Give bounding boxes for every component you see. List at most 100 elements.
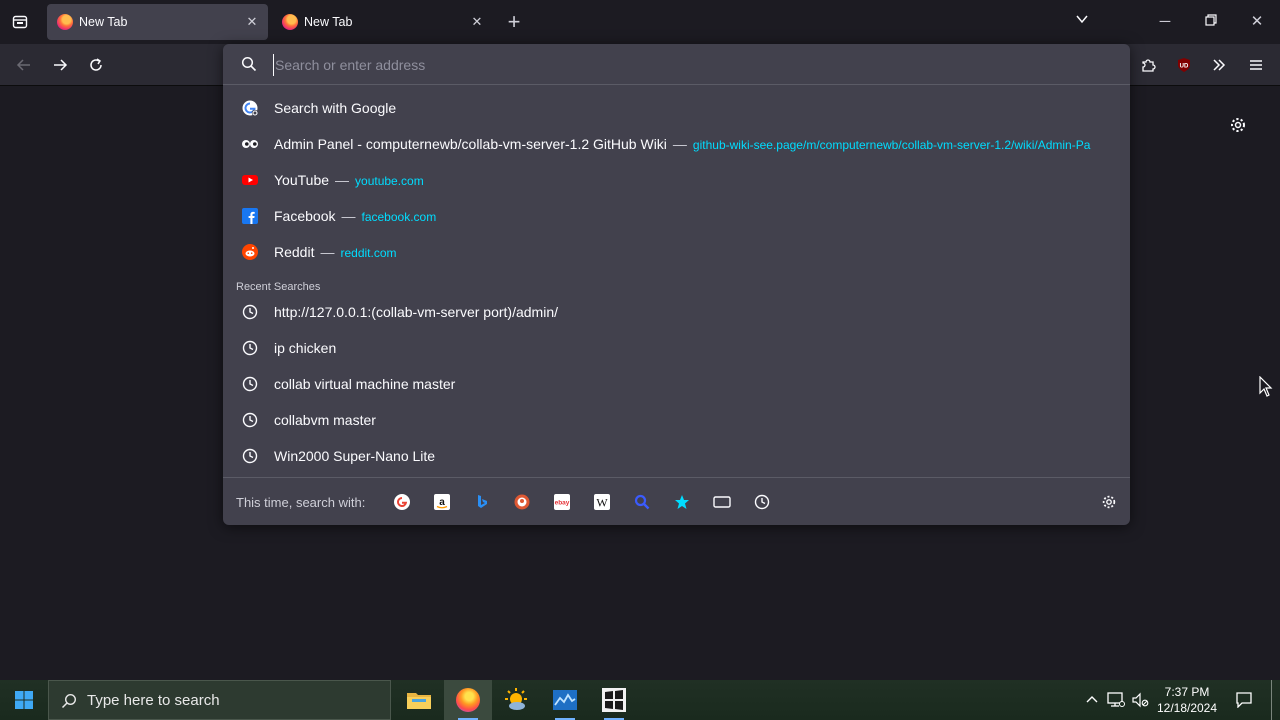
bookmarks-star-icon[interactable] <box>672 492 692 512</box>
history-icon[interactable] <box>752 492 772 512</box>
network-button[interactable] <box>1106 680 1126 720</box>
tab-new-tab-2[interactable]: New Tab ✕ <box>272 4 493 40</box>
chevron-down-icon <box>1076 15 1088 24</box>
ebay-icon[interactable]: ebay <box>552 492 572 512</box>
youtube-icon <box>241 171 259 189</box>
suggestion-row[interactable]: Admin Panel - computernewb/collab-vm-ser… <box>223 126 1130 162</box>
gear-icon <box>1102 495 1116 509</box>
forward-button[interactable] <box>48 53 72 77</box>
history-icon <box>241 375 259 393</box>
google-icon[interactable] <box>392 492 412 512</box>
network-icon <box>1107 692 1125 707</box>
close-icon[interactable]: ✕ <box>469 14 485 30</box>
file-explorer-button[interactable] <box>395 680 443 720</box>
duckduckgo-icon[interactable] <box>512 492 532 512</box>
windows-taskbar: Type here to search 7:37 PM 12/18/2024 <box>0 680 1280 720</box>
restore-icon <box>1205 14 1217 26</box>
list-all-tabs-button[interactable] <box>1068 8 1096 36</box>
separator: — <box>335 172 350 188</box>
extensions-button[interactable] <box>1136 53 1160 77</box>
show-hidden-icons-button[interactable] <box>1082 680 1102 720</box>
history-icon <box>241 339 259 357</box>
suggestion-text: YouTube — youtube.com <box>274 172 424 188</box>
close-window-button[interactable]: ✕ <box>1243 8 1271 36</box>
tab-title: New Tab <box>304 15 353 29</box>
new-tab-button[interactable]: + <box>500 8 528 36</box>
urlbar-input[interactable] <box>273 54 1113 76</box>
reddit-icon <box>241 243 259 261</box>
app-menu-button[interactable] <box>1244 53 1268 77</box>
notifications-button[interactable] <box>1232 680 1256 720</box>
recent-search-row[interactable]: http://127.0.0.1:(collab-vm-server port)… <box>223 294 1130 330</box>
one-off-label: This time, search with: <box>236 495 366 510</box>
search-icon[interactable] <box>632 492 652 512</box>
newtab-settings-button[interactable] <box>1229 116 1249 136</box>
cursor-icon <box>1259 375 1273 397</box>
show-desktop-button[interactable] <box>1271 680 1280 720</box>
wikipedia-icon[interactable]: W <box>592 492 612 512</box>
search-icon <box>241 56 257 77</box>
overflow-menu-button[interactable] <box>1207 53 1231 77</box>
amazon-icon[interactable]: a <box>432 492 452 512</box>
suggestion-title: YouTube <box>274 172 330 188</box>
reload-button[interactable] <box>84 53 108 77</box>
history-icon <box>241 303 259 321</box>
hamburger-icon <box>1250 60 1262 70</box>
separator: — <box>320 244 335 260</box>
collabvm-app-button[interactable] <box>590 680 638 720</box>
recent-search-row[interactable]: Win2000 Super-Nano Lite <box>223 438 1130 474</box>
firefox-icon <box>57 14 73 30</box>
recent-search-text: Win2000 Super-Nano Lite <box>274 448 436 464</box>
windows-flag-icon <box>602 688 626 712</box>
search-settings-button[interactable] <box>1099 492 1119 512</box>
recent-search-row[interactable]: collab virtual machine master <box>223 366 1130 402</box>
back-button[interactable] <box>12 53 36 77</box>
suggestion-text: Reddit — reddit.com <box>274 244 397 260</box>
history-icon <box>241 447 259 465</box>
clock-time: 7:37 PM <box>1164 685 1210 699</box>
minimize-button[interactable]: ─ <box>1151 8 1179 36</box>
ublock-origin-button[interactable]: UD <box>1172 53 1196 77</box>
firefox-taskbar-button[interactable] <box>444 680 492 720</box>
suggestion-url: youtube.com <box>355 174 424 188</box>
recent-searches-label: Recent Searches <box>236 281 321 293</box>
start-button[interactable] <box>0 680 48 720</box>
svg-text:UD: UD <box>1180 64 1189 70</box>
suggestion-url: github-wiki-see.page/m/computernewb/coll… <box>692 138 1091 152</box>
recent-search-row[interactable]: ip chicken <box>223 330 1130 366</box>
clock-date: 12/18/2024 <box>1156 701 1218 715</box>
suggestion-text: Admin Panel - computernewb/collab-vm-ser… <box>274 136 1090 152</box>
taskbar-clock[interactable]: 7:37 PM 12/18/2024 <box>1150 684 1224 716</box>
suggestion-row[interactable]: Search with Google <box>223 90 1130 126</box>
chevron-up-icon <box>1086 696 1098 703</box>
one-off-search-bar: This time, search with: a ebay W <box>223 477 1130 525</box>
firefox-view-button[interactable] <box>8 10 32 34</box>
speaker-muted-icon <box>1132 692 1149 708</box>
gear-icon <box>1231 118 1245 132</box>
suggestion-row[interactable]: Facebook — facebook.com <box>223 198 1130 234</box>
search-icon <box>61 693 77 714</box>
recent-search-row[interactable]: collabvm master <box>223 402 1130 438</box>
double-chevron-right-icon <box>1213 59 1226 71</box>
close-icon[interactable]: ✕ <box>244 14 260 30</box>
chart-app-icon <box>553 690 577 710</box>
facebook-icon <box>241 207 259 225</box>
volume-button[interactable] <box>1130 680 1150 720</box>
tab-new-tab-1[interactable]: New Tab ✕ <box>47 4 268 40</box>
suggestion-title: Search with Google <box>274 100 397 116</box>
tabs-icon[interactable] <box>712 492 732 512</box>
task-manager-button[interactable] <box>541 680 589 720</box>
svg-text:W: W <box>596 496 608 510</box>
mouse-cursor <box>1259 375 1273 403</box>
suggestion-row[interactable]: YouTube — youtube.com <box>223 162 1130 198</box>
urlbar-input-container <box>223 44 1130 85</box>
arrow-left-icon <box>16 59 30 71</box>
taskbar-search-box[interactable]: Type here to search <box>48 680 391 720</box>
suggestion-row[interactable]: Reddit — reddit.com <box>223 234 1130 270</box>
sun-cloud-icon <box>505 688 527 710</box>
restore-button[interactable] <box>1197 8 1225 36</box>
weather-app-button[interactable] <box>492 680 540 720</box>
bing-icon[interactable] <box>472 492 492 512</box>
separator: — <box>672 136 687 152</box>
recent-search-text: collab virtual machine master <box>274 376 456 392</box>
